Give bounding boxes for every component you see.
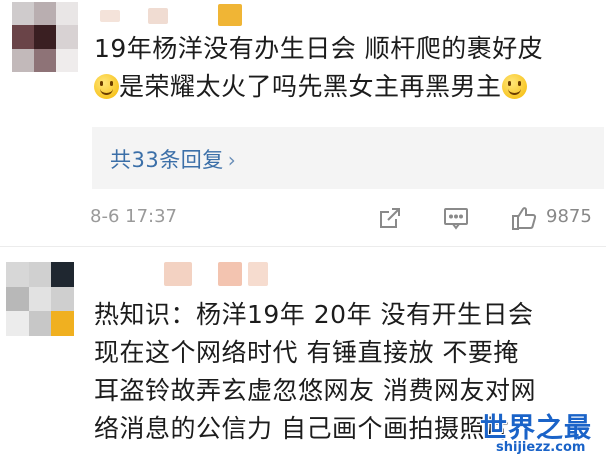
username-blurred[interactable] [218,262,242,286]
smiley-emoji-icon [501,74,527,99]
thumbs-up-icon[interactable] [510,204,538,232]
comment-line: 是荣耀太火了吗先黑女主再黑男主 [94,68,543,106]
avatar-pixelated[interactable] [12,2,78,72]
view-replies-link[interactable]: 共33条回复 › [110,144,236,174]
comment-line: 19年杨洋没有办生日会 顺杆爬的裹好皮 [94,34,544,63]
replies-panel[interactable]: 共33条回复 › [92,127,604,189]
watermark-url: shijiezz.com [496,440,586,455]
username-blurred[interactable] [100,10,120,22]
comment-text: 19年杨洋没有办生日会 顺杆爬的裹好皮 是荣耀太火了吗先黑女主再黑男主 [94,30,543,106]
like-count: 9875 [546,206,592,227]
username-blurred[interactable] [218,4,242,26]
divider [0,246,606,247]
comment-icon[interactable] [442,204,470,232]
comment-line: 络消息的公信力 自己画个画拍摄照片 [94,414,511,443]
comment-line: 热知识：杨洋19年 20年 没有开生日会 [94,300,534,329]
watermark: 世界之最 shijiezz.com [476,406,602,462]
comment-line: 耳盗铃故弄玄虚忽悠网友 消费网友对网 [94,376,536,405]
comment-actions: 8-6 17:37 9875 [90,202,600,234]
chevron-right-icon: › [227,148,237,172]
smiley-emoji-icon [94,74,119,99]
comment-line: 现在这个网络时代 有锤直接放 不要掩 [94,338,519,367]
timestamp: 8-6 17:37 [90,206,177,227]
avatar-pixelated[interactable] [6,262,74,336]
comment-text: 热知识：杨洋19年 20年 没有开生日会 现在这个网络时代 有锤直接放 不要掩 … [94,296,536,448]
share-icon[interactable] [376,204,404,232]
username-blurred[interactable] [164,262,192,286]
username-blurred[interactable] [248,262,268,286]
username-blurred[interactable] [148,8,168,24]
